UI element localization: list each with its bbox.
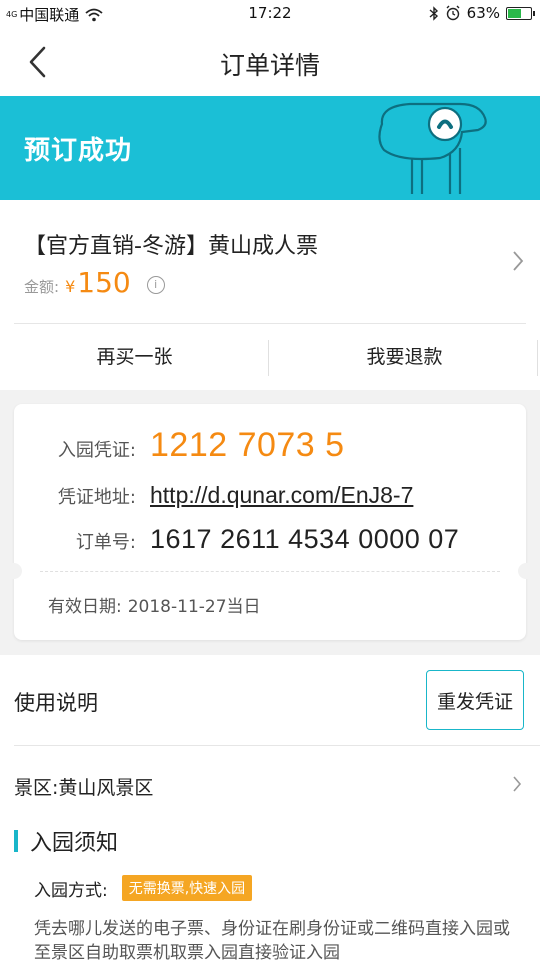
divider bbox=[537, 340, 538, 376]
entry-notice-header: 入园须知 bbox=[14, 825, 118, 857]
bluetooth-icon bbox=[429, 5, 438, 21]
voucher-url-row: 凭证地址: http://d.qunar.com/EnJ8-7 bbox=[14, 482, 413, 509]
valid-date-row: 有效日期: 2018-11-27当日 bbox=[14, 592, 261, 617]
alarm-icon bbox=[446, 5, 460, 21]
voucher-url-link[interactable]: http://d.qunar.com/EnJ8-7 bbox=[150, 482, 413, 509]
entry-method-label: 入园方式: bbox=[34, 880, 108, 901]
product-card[interactable]: 【官方直销-冬游】黄山成人票 金额: ¥ 150 i 再买一张 我要退款 bbox=[0, 200, 540, 390]
buy-again-button[interactable]: 再买一张 bbox=[0, 324, 269, 390]
chevron-right-icon[interactable] bbox=[512, 775, 522, 793]
price-row: 金额: ¥ 150 i bbox=[24, 266, 165, 299]
voucher-code: 1212 7073 5 bbox=[150, 426, 345, 464]
banner-text: 预订成功 bbox=[24, 136, 133, 166]
refund-button[interactable]: 我要退款 bbox=[270, 324, 539, 390]
success-banner: 预订成功 bbox=[0, 96, 540, 200]
entry-notice-title: 入园须知 bbox=[30, 831, 119, 856]
battery-percent: 63% bbox=[466, 4, 500, 22]
valid-date: 2018-11-27当日 bbox=[127, 597, 261, 617]
page-title: 订单详情 bbox=[219, 51, 320, 80]
chevron-right-icon[interactable] bbox=[512, 250, 524, 272]
divider bbox=[14, 745, 540, 746]
status-bar: 4G 中国联通 17:22 63% bbox=[0, 0, 540, 28]
accent-bar bbox=[14, 830, 18, 852]
price-currency: ¥ bbox=[65, 277, 76, 296]
order-number-label: 订单号: bbox=[75, 532, 136, 553]
instructions-section: 使用说明 重发凭证 景区:黄山风景区 入园须知 入园方式: 无需换票,快速入园 … bbox=[0, 655, 540, 960]
valid-date-label: 有效日期: bbox=[48, 597, 122, 617]
order-number: 1617 2611 4534 0000 07 bbox=[150, 524, 460, 554]
entry-method-row: 入园方式: 无需换票,快速入园 bbox=[34, 875, 253, 901]
dashed-divider bbox=[40, 571, 500, 572]
voucher-url-label: 凭证地址: bbox=[57, 487, 136, 508]
price-label: 金额: bbox=[24, 278, 60, 296]
ticket-notch bbox=[6, 563, 22, 579]
scenic-area-link[interactable]: 景区:黄山风景区 bbox=[14, 773, 153, 800]
resend-voucher-button[interactable]: 重发凭证 bbox=[426, 670, 524, 730]
camel-mascot-icon bbox=[378, 102, 487, 194]
ticket-notch bbox=[518, 563, 534, 579]
product-name: 【官方直销-冬游】黄山成人票 bbox=[24, 234, 318, 259]
battery-icon bbox=[506, 6, 535, 20]
entry-description: 凭去哪儿发送的电子票、身份证在刷身份证或二维码直接入园或至景区自助取票机取票入园… bbox=[34, 919, 510, 960]
voucher-code-row: 入园凭证: 1212 7073 5 bbox=[14, 426, 345, 465]
info-icon[interactable]: i bbox=[146, 276, 165, 294]
nav-bar: 订单详情 bbox=[0, 28, 540, 96]
entry-method-tag: 无需换票,快速入园 bbox=[121, 875, 253, 901]
divider bbox=[268, 340, 269, 376]
instructions-title: 使用说明 bbox=[14, 691, 98, 715]
order-number-row: 订单号: 1617 2611 4534 0000 07 bbox=[14, 524, 459, 555]
voucher-code-label: 入园凭证: bbox=[57, 440, 136, 461]
price-value: 150 bbox=[77, 266, 131, 299]
voucher-card: 入园凭证: 1212 7073 5 凭证地址: http://d.qunar.c… bbox=[6, 404, 534, 640]
